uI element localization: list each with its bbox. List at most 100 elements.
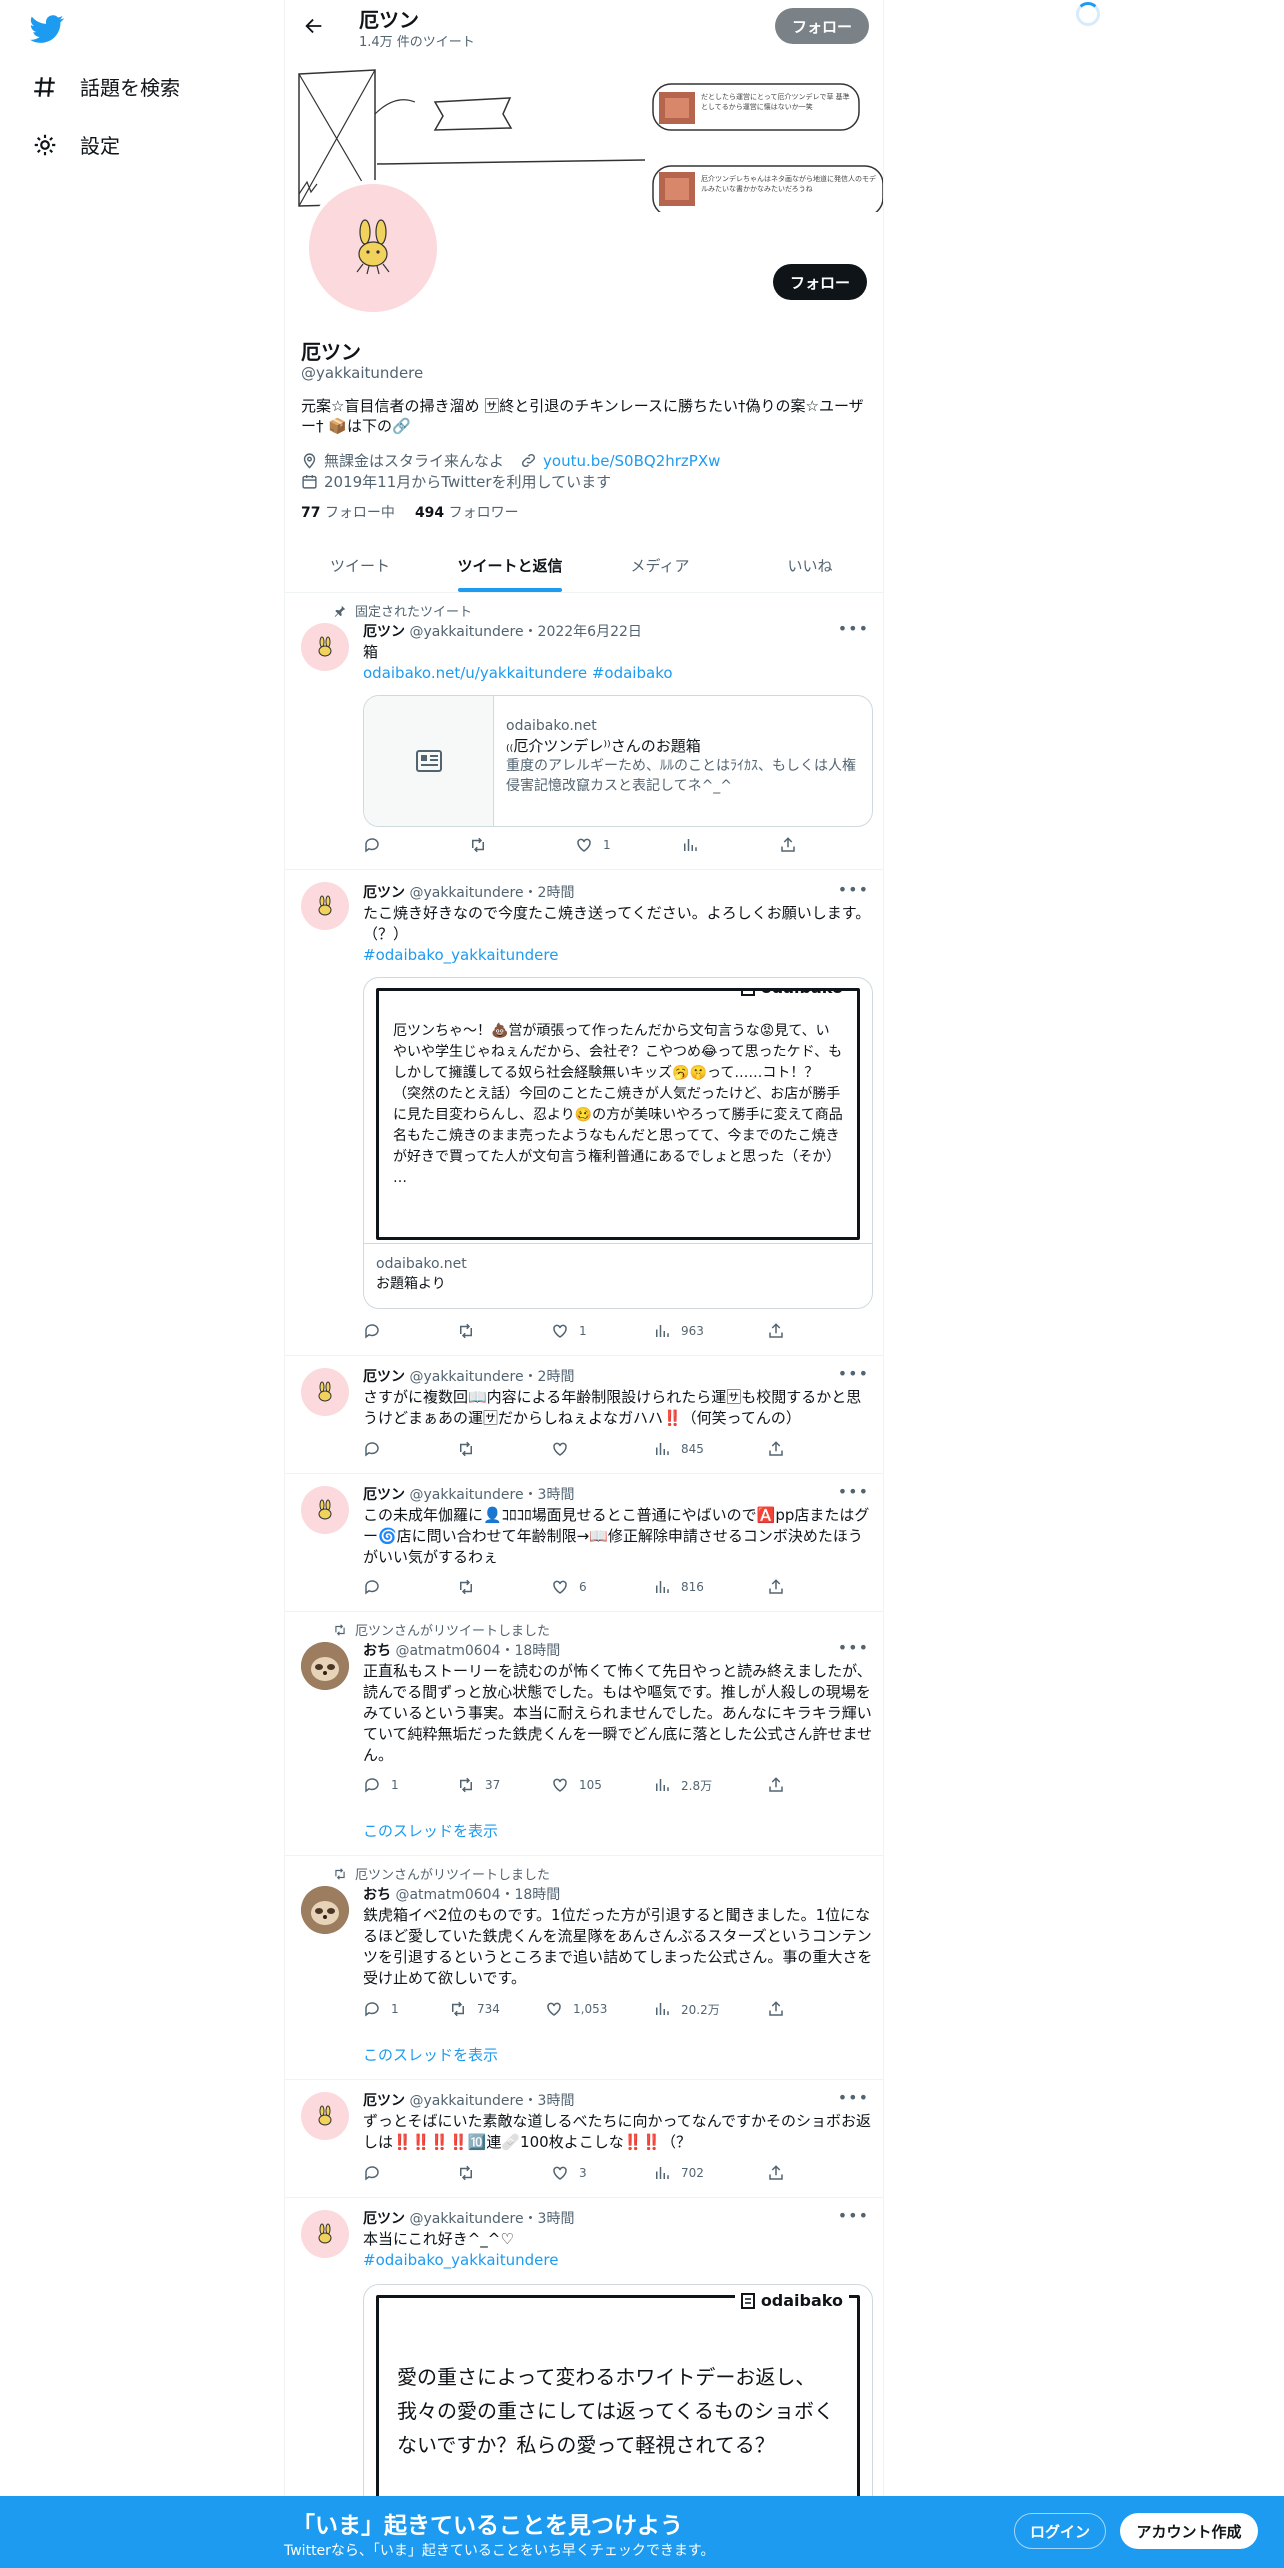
nav-explore[interactable]: 話題を検索 [32,72,180,101]
share-button[interactable] [767,1578,785,1596]
views-button[interactable]: 963 [653,1322,704,1340]
tweet-meta[interactable]: @yakkaitundere・3時間 [409,2093,574,2109]
more-options-icon[interactable]: ••• [838,1638,869,1657]
heart-icon [553,1580,567,1594]
like-button[interactable]: 1,053 [545,2000,607,2018]
login-button[interactable]: ログイン [1014,2513,1106,2549]
like-button[interactable] [551,1440,569,1458]
views-button[interactable]: 2.8万 [653,1776,712,1794]
show-thread-link[interactable]: このスレッドを表示 [363,1820,498,1841]
more-options-icon[interactable]: ••• [838,1364,869,1383]
retweet-button[interactable] [457,2164,475,2182]
tab-tweets-and-replies[interactable]: ツイートと返信 [435,540,585,592]
views-button[interactable]: 816 [653,1578,704,1596]
reply-button[interactable]: 1 [363,2000,399,2018]
show-thread-link[interactable]: このスレッドを表示 [363,2044,498,2065]
reply-button[interactable] [363,2164,381,2182]
reply-button[interactable]: 1 [363,1776,399,1794]
like-button[interactable]: 105 [551,1776,602,1794]
header-follow-button[interactable]: フォロー [775,8,869,44]
reply-button[interactable] [363,1578,381,1596]
tweet-author-name[interactable]: 厄ツン [363,2093,405,2109]
tweet-pinned[interactable]: 固定されたツイート 厄ツン @yakkaitundere・2022年6月22日 … [285,593,883,870]
tweet-author-name[interactable]: 厄ツン [363,1369,405,1385]
tweet-meta[interactable]: @yakkaitundere・3時間 [409,2211,574,2227]
avatar[interactable] [301,623,349,671]
avatar[interactable] [301,1486,349,1534]
tweet-author-name[interactable]: おち [363,1887,391,1903]
like-button[interactable]: 1 [575,836,611,854]
tweet-meta[interactable]: @yakkaitundere・2時間 [409,885,574,901]
like-button[interactable]: 6 [551,1578,587,1596]
tab-tweets[interactable]: ツイート [285,540,435,592]
signup-button[interactable]: アカウント作成 [1120,2513,1258,2549]
share-button[interactable] [767,1776,785,1794]
tweet-author-name[interactable]: おち [363,1643,391,1659]
tweet-meta[interactable]: @atmatm0604・18時間 [395,1643,560,1659]
tweet-meta[interactable]: @yakkaitundere・2022年6月22日 [409,624,641,640]
views-button[interactable]: 845 [653,1440,704,1458]
more-options-icon[interactable]: ••• [838,2088,869,2107]
retweet-button[interactable]: 37 [457,1776,500,1794]
tab-likes[interactable]: いいね [735,540,883,592]
tweet-meta[interactable]: @yakkaitundere・2時間 [409,1369,574,1385]
tweet[interactable]: 厄ツン @yakkaitundere・2時間 ••• さすがに複数回📖内容による… [285,1356,883,1474]
more-options-icon[interactable]: ••• [838,1482,869,1501]
reply-button[interactable] [363,836,381,854]
retweet-button[interactable]: 734 [449,2000,500,2018]
avatar[interactable] [301,1368,349,1416]
odaibako-card[interactable]: odaibako 厄ツンちゃ〜！💩営が頑張って作ったんだから文句言うな😡見て、い… [363,977,873,1309]
reply-button[interactable] [363,1322,381,1340]
tab-media[interactable]: メディア [585,540,735,592]
retweet[interactable]: 厄ツンさんがリツイートしました おち @atmatm0604・18時間 鉄虎箱イ… [285,1856,883,2080]
reply-button[interactable] [363,1440,381,1458]
like-button[interactable]: 3 [551,2164,587,2182]
retweet-button[interactable] [457,1578,475,1596]
tweet[interactable]: 厄ツン @yakkaitundere・3時間 ••• ずっとそばにいた素敵な道し… [285,2080,883,2198]
profile-avatar[interactable] [305,180,441,316]
retweet-button[interactable] [457,1440,475,1458]
tweet-link[interactable]: #odaibako_yakkaitundere [363,945,873,966]
profile-joined-line: 2019年11月からTwitterを利用しています [301,471,611,492]
avatar[interactable] [301,2092,349,2140]
tweet-context-text[interactable]: 厄ツンさんがリツイートしました [355,1864,550,1883]
tweet-author-name[interactable]: 厄ツン [363,2211,405,2227]
views-button[interactable]: 702 [653,2164,704,2182]
like-button[interactable]: 1 [551,1322,587,1340]
tweet-link[interactable]: #odaibako_yakkaitundere [363,2250,873,2271]
share-button[interactable] [767,1440,785,1458]
share-button[interactable] [767,2000,785,2018]
share-button[interactable] [767,2164,785,2182]
tweet-link[interactable]: odaibako.net/u/yakkaitundere #odaibako [363,663,873,684]
avatar[interactable] [301,882,349,930]
tweet-author-name[interactable]: 厄ツン [363,1487,405,1503]
more-options-icon[interactable]: ••• [838,619,869,638]
followers-stat[interactable]: 494 フォロワー [415,502,519,522]
follow-button[interactable]: フォロー [773,264,867,300]
share-button[interactable] [767,1322,785,1340]
tweet-author-name[interactable]: 厄ツン [363,885,405,901]
tweet[interactable]: 厄ツン @yakkaitundere・2時間 ••• たこ焼き好きなので今度たこ… [285,870,883,1356]
tweet-author-name[interactable]: 厄ツン [363,624,405,640]
back-arrow-icon[interactable] [303,15,325,37]
share-button[interactable] [779,836,797,854]
following-stat[interactable]: 77 フォロー中 [301,502,395,522]
link-card[interactable]: odaibako.net ₍₍厄介ツンデレ⁾⁾さんのお題箱 重度のアレルギーため… [363,695,873,827]
more-options-icon[interactable]: ••• [838,880,869,899]
avatar[interactable] [301,1642,349,1690]
profile-url-link[interactable]: youtu.be/S0BQ2hrzPXw [543,452,720,470]
avatar[interactable] [301,2210,349,2258]
more-options-icon[interactable]: ••• [838,2206,869,2225]
tweet-meta[interactable]: @atmatm0604・18時間 [395,1887,560,1903]
views-button[interactable] [681,836,699,854]
views-button[interactable]: 20.2万 [653,2000,720,2018]
avatar[interactable] [301,1886,349,1934]
retweet-button[interactable] [469,836,487,854]
retweet[interactable]: 厄ツンさんがリツイートしました おち @atmatm0604・18時間 ••• … [285,1612,883,1856]
tweet[interactable]: 厄ツン @yakkaitundere・3時間 ••• この未成年伽羅に👤ｺﾛｺﾛ… [285,1474,883,1612]
tweet-context-text[interactable]: 厄ツンさんがリツイートしました [355,1620,550,1639]
twitter-logo-icon[interactable] [30,12,64,46]
tweet-meta[interactable]: @yakkaitundere・3時間 [409,1487,574,1503]
retweet-button[interactable] [457,1322,475,1340]
nav-settings[interactable]: 設定 [32,130,120,159]
